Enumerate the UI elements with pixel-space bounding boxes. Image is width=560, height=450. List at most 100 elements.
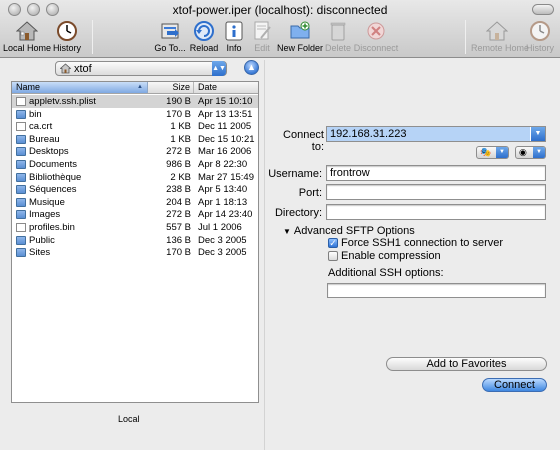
folder-icon	[16, 160, 26, 169]
directory-field[interactable]	[326, 204, 546, 220]
file-row[interactable]: Sites 170 B Dec 3 2005	[12, 246, 258, 259]
clock-icon	[530, 21, 550, 41]
additional-ssh-field[interactable]	[327, 283, 546, 298]
file-size: 238 B	[166, 184, 191, 196]
file-name: Desktops	[29, 146, 69, 158]
sftp-protocol-icon: 🎭	[480, 147, 492, 157]
port-field[interactable]	[326, 184, 546, 200]
file-name: ca.crt	[29, 121, 53, 133]
file-row[interactable]: Desktops 272 B Mar 16 2006	[12, 145, 258, 158]
file-row[interactable]: Bibliothèque 2 KB Mar 27 15:49	[12, 171, 258, 184]
edit-icon	[254, 21, 271, 40]
home-icon	[60, 63, 71, 74]
toolbar-separator	[465, 20, 466, 54]
username-field[interactable]: frontrow	[326, 165, 546, 181]
file-name: bin	[29, 108, 42, 120]
file-name: Bibliothèque	[29, 171, 82, 183]
connect-to-value[interactable]: 192.168.31.223	[327, 127, 530, 141]
local-file-list[interactable]: Name ▲ Size Date appletv.ssh.plist 190 B A…	[11, 81, 259, 403]
folder-icon	[16, 210, 26, 220]
directory-label: Directory:	[274, 207, 322, 219]
file-row[interactable]: profiles.bin 557 B Jul 1 2006	[12, 221, 258, 234]
bookmark-popup[interactable]: ◉ ▼	[515, 146, 546, 159]
file-row[interactable]: appletv.ssh.plist 190 B Apr 15 10:10	[12, 95, 258, 108]
compression-checkbox[interactable]	[328, 251, 338, 261]
disconnect-label: Disconnect	[353, 43, 399, 53]
connect-button[interactable]: Connect	[482, 378, 547, 392]
name-column-header[interactable]: Name ▲	[12, 82, 148, 93]
document-icon	[16, 122, 26, 132]
force-ssh1-checkbox[interactable]: ✓	[328, 238, 338, 248]
chevron-down-icon[interactable]: ▼	[531, 127, 545, 141]
size-column-header[interactable]: Size	[148, 82, 194, 93]
local-path-popup[interactable]: xtof ▲▼	[55, 61, 227, 76]
toolbar-toggle-button[interactable]	[532, 4, 554, 15]
local-pane-label: Local	[118, 414, 140, 424]
compression-label[interactable]: Enable compression	[341, 250, 441, 262]
file-size: 136 B	[166, 234, 191, 246]
folder-icon	[16, 248, 26, 258]
pane-divider[interactable]	[264, 60, 265, 450]
additional-ssh-label: Additional SSH options:	[328, 267, 444, 279]
file-size: 1 KB	[170, 133, 191, 145]
file-date: Apr 8 22:30	[198, 159, 248, 170]
trash-icon	[330, 22, 346, 41]
connect-to-combobox[interactable]: 192.168.31.223 ▼	[326, 126, 546, 142]
history-label: History	[52, 43, 81, 53]
file-date: Dec 15 10:21	[198, 133, 255, 145]
file-name: Documents	[29, 159, 78, 170]
folder-icon	[16, 185, 26, 195]
file-size: 204 B	[166, 196, 191, 208]
file-row[interactable]: Public 136 B Dec 3 2005	[12, 234, 258, 247]
disconnect-button[interactable]: Disconnect	[350, 20, 402, 53]
file-size: 986 B	[166, 159, 191, 170]
chevron-down-icon: ▼	[533, 147, 545, 158]
advanced-options-label: Advanced SFTP Options	[293, 225, 415, 237]
file-name: profiles.bin	[29, 222, 75, 233]
file-date: Apr 5 13:40	[198, 184, 248, 196]
file-name: Séquences	[29, 184, 77, 196]
force-ssh1-label[interactable]: Force SSH1 connection to server	[341, 237, 503, 249]
file-size: 190 B	[166, 96, 191, 107]
file-date: Apr 1 18:13	[198, 196, 248, 208]
file-row[interactable]: Séquences 238 B Apr 5 13:40	[12, 183, 258, 196]
file-name: Musique	[29, 196, 65, 208]
file-row[interactable]: Documents 986 B Apr 8 22:30	[12, 158, 258, 171]
history-right-button[interactable]: History	[514, 20, 560, 53]
file-row[interactable]: Musique 204 B Apr 1 18:13	[12, 196, 258, 209]
file-row[interactable]: bin 170 B Apr 13 13:51	[12, 108, 258, 121]
username-label: Username:	[268, 168, 322, 180]
folder-icon	[16, 147, 26, 157]
new-folder-icon	[290, 21, 310, 39]
add-to-favorites-button[interactable]: Add to Favorites	[386, 357, 547, 371]
protocol-popup[interactable]: 🎭 ▼	[476, 146, 509, 159]
file-name: Sites	[29, 247, 51, 259]
file-date: Jul 1 2006	[198, 222, 242, 233]
file-row[interactable]: ca.crt 1 KB Dec 11 2005	[12, 120, 258, 133]
folder-icon	[16, 134, 26, 144]
file-size: 2 KB	[170, 171, 191, 183]
file-row[interactable]: Bureau 1 KB Dec 15 10:21	[12, 133, 258, 146]
file-size: 170 B	[166, 247, 191, 259]
window-chrome: xtof-power.iper (localhost): disconnecte…	[0, 0, 560, 58]
local-path-label: xtof	[74, 63, 92, 75]
sort-ascending-icon: ▲	[137, 84, 143, 90]
date-column-header[interactable]: Date	[198, 82, 217, 92]
file-date: Apr 13 13:51	[198, 108, 253, 120]
arrow-up-icon: ▲	[247, 62, 256, 72]
home-icon	[16, 21, 38, 41]
history-button[interactable]: History	[41, 20, 93, 53]
file-date: Dec 3 2005	[198, 247, 247, 259]
file-name: Images	[29, 209, 61, 221]
file-row[interactable]: Images 272 B Apr 14 23:40	[12, 208, 258, 221]
remote-home-icon	[486, 21, 508, 41]
file-size: 1 KB	[170, 121, 191, 133]
port-label: Port:	[298, 187, 322, 199]
file-date: Mar 16 2006	[198, 146, 252, 158]
parent-directory-button[interactable]: ▲	[244, 60, 259, 75]
advanced-options-disclosure[interactable]: ▼ Advanced SFTP Options	[283, 225, 415, 237]
window-title: xtof-power.iper (localhost): disconnecte…	[172, 3, 388, 17]
connect-to-label: Connect to:	[283, 129, 324, 153]
folder-icon	[16, 172, 26, 182]
file-date: Dec 3 2005	[198, 234, 247, 246]
